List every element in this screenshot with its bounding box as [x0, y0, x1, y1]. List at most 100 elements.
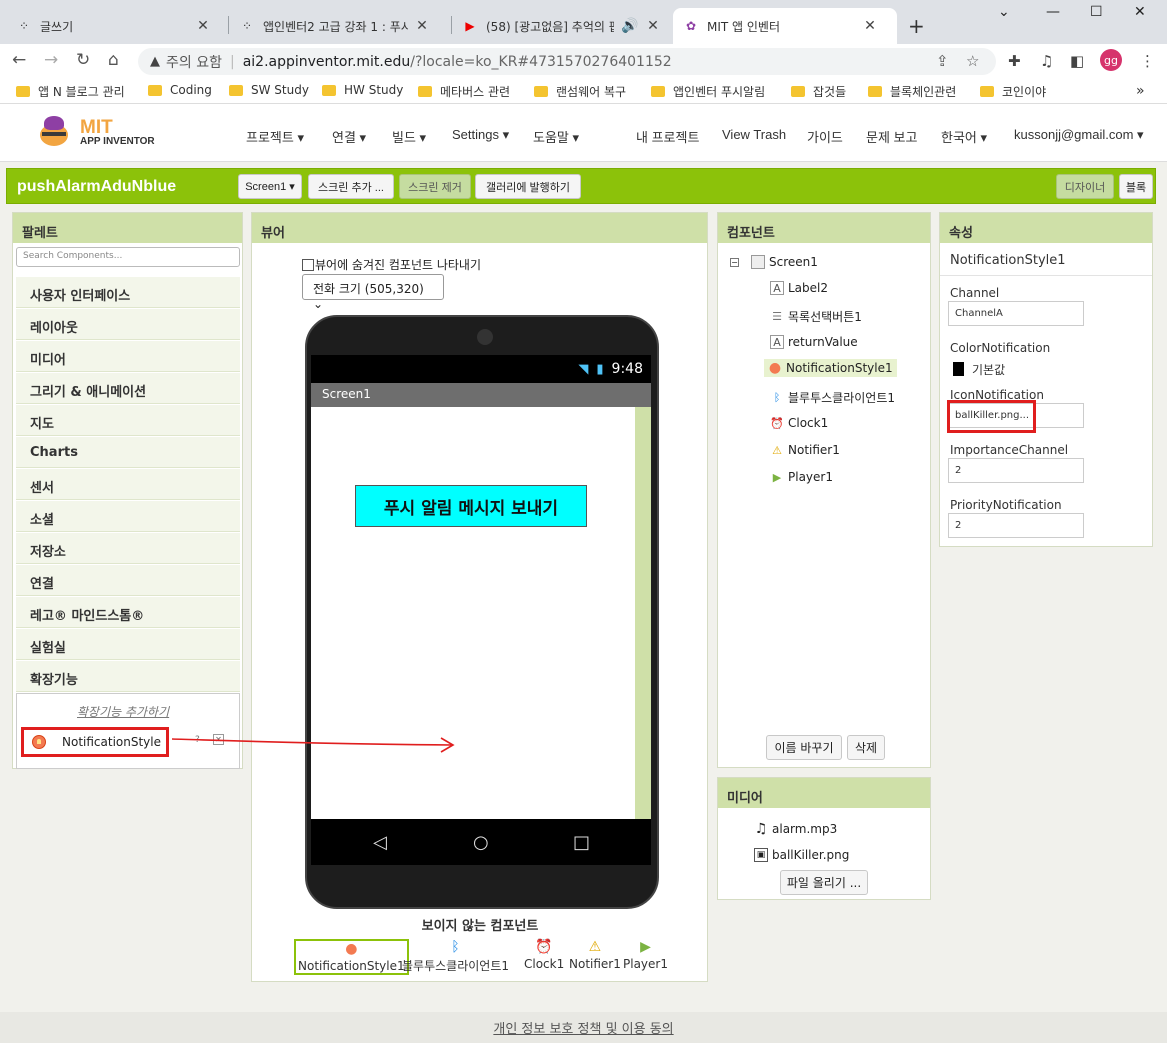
share-icon[interactable]: ⇪ — [936, 52, 949, 70]
close-icon[interactable]: ✕ — [863, 18, 877, 34]
tree-player1[interactable]: ▶ Player1 — [770, 470, 833, 484]
designer-button[interactable]: 디자이너 — [1056, 174, 1114, 199]
new-tab-icon[interactable]: + — [908, 14, 925, 38]
browser-tab-1[interactable]: ⁘ 글쓰기 ✕ — [6, 8, 220, 44]
chevron-down-icon[interactable]: ⌄ — [998, 4, 1010, 20]
publish-gallery-button[interactable]: 갤러리에 발행하기 — [475, 174, 581, 199]
palette-category[interactable]: 실험실 — [16, 629, 240, 660]
add-screen-button[interactable]: 스크린 추가 ... — [308, 174, 394, 199]
browser-tab-2[interactable]: ⁘ 앱인벤터2 고급 강좌 1 : 푸시 ✕ — [229, 8, 439, 44]
screen-select[interactable]: Screen1 ▾ — [238, 174, 302, 199]
delete-button[interactable]: 삭제 — [847, 735, 885, 760]
invisible-player1[interactable]: ▶ Player1 — [623, 939, 668, 971]
palette-category[interactable]: 사용자 인터페이스 — [16, 277, 240, 308]
tree-notifier1[interactable]: ⚠ Notifier1 — [770, 443, 840, 457]
palette-category[interactable]: 센서 — [16, 469, 240, 500]
bookmark-folder[interactable]: 앱인벤터 푸시알림 — [651, 83, 765, 100]
palette-category[interactable]: 레고® 마인드스톰® — [16, 597, 240, 628]
bookmark-folder[interactable]: SW Study — [229, 83, 309, 97]
reload-icon[interactable]: ↻ — [76, 50, 90, 70]
bookmark-folder[interactable]: 랜섬웨어 복구 — [534, 83, 626, 100]
upload-file-button[interactable]: 파일 올리기 ... — [780, 870, 868, 895]
more-menu-icon[interactable]: ⋮ — [1140, 52, 1155, 70]
palette-category[interactable]: 소셜 — [16, 501, 240, 532]
tree-returnvalue[interactable]: AreturnValue — [770, 335, 858, 349]
blocks-button[interactable]: 블록 — [1119, 174, 1153, 199]
collapse-icon[interactable]: − — [730, 257, 739, 267]
show-hidden-checkbox[interactable]: 뷰어에 숨겨진 컴포넌트 나타내기 — [302, 256, 481, 273]
profile-avatar[interactable]: gg — [1100, 49, 1122, 71]
back-icon[interactable]: ← — [12, 50, 26, 70]
bookmark-folder[interactable]: 블록체인관련 — [868, 83, 956, 100]
bookmark-folder[interactable]: 메타버스 관련 — [418, 83, 510, 100]
palette-category[interactable]: 미디어 — [16, 341, 240, 372]
browser-tab-3[interactable]: ▶ (58) [광고없음] 추억의 팝 🔊 ✕ — [452, 8, 670, 44]
color-swatch[interactable] — [953, 362, 964, 376]
delete-extension-icon[interactable]: ✕ — [213, 734, 224, 745]
component-search-input[interactable]: Search Components... — [16, 247, 240, 267]
bookmark-star-icon[interactable]: ☆ — [966, 52, 979, 70]
menu-help[interactable]: 도움말 ▾ — [533, 127, 579, 146]
color-notification-value[interactable]: 기본값 — [972, 361, 1005, 378]
menu-build[interactable]: 빌드 ▾ — [392, 127, 426, 146]
tree-clock1[interactable]: ⏰ Clock1 — [770, 416, 828, 430]
screen-scrollbar[interactable] — [635, 407, 651, 819]
app-inventor-logo[interactable]: MIT APP INVENTOR — [36, 114, 155, 150]
phone-size-select[interactable]: 전화 크기 (505,320) ⌄ — [302, 274, 444, 311]
extension-notificationstyle[interactable]: NotificationStyle — [21, 727, 169, 757]
bookmark-folder[interactable]: 잡것들 — [791, 83, 846, 100]
forward-icon[interactable]: → — [44, 50, 58, 70]
priority-notification-input[interactable]: 2 — [948, 513, 1084, 538]
invisible-bluetooth-client[interactable]: ᛒ 블루투스클라이언트1 — [402, 939, 509, 974]
audio-icon[interactable]: 🔊 — [620, 18, 640, 34]
home-icon[interactable]: ⌂ — [108, 50, 119, 70]
media-control-icon[interactable]: ♫ — [1040, 52, 1053, 70]
tree-listpicker1[interactable]: ☰ 목록선택버튼1 — [770, 308, 862, 325]
invisible-clock1[interactable]: ⏰ Clock1 — [524, 939, 564, 971]
menu-account[interactable]: kussonjj@gmail.com ▾ — [1014, 127, 1144, 143]
media-ballkiller-png[interactable]: ▣ ballKiller.png — [754, 848, 849, 862]
menu-project[interactable]: 프로젝트 ▾ — [246, 127, 304, 146]
bookmark-folder[interactable]: 코인이야 — [980, 83, 1046, 100]
checkbox-icon[interactable] — [302, 258, 314, 271]
palette-category[interactable]: 그리기 & 애니메이션 — [16, 373, 240, 404]
media-alarm-mp3[interactable]: ♫ alarm.mp3 — [754, 821, 838, 837]
menu-view-trash[interactable]: View Trash — [722, 127, 786, 142]
browser-tab-active[interactable]: ✿ MIT 앱 인벤터 ✕ — [673, 8, 897, 44]
rename-button[interactable]: 이름 바꾸기 — [766, 735, 842, 760]
bookmark-folder[interactable]: 앱 N 블로그 관리 — [16, 83, 125, 100]
menu-my-projects[interactable]: 내 프로젝트 — [636, 127, 699, 146]
side-panel-icon[interactable]: ◧ — [1070, 52, 1084, 70]
close-icon[interactable]: ✕ — [646, 18, 660, 34]
help-icon[interactable]: ? — [195, 735, 200, 745]
bookmark-folder[interactable]: HW Study — [322, 83, 403, 97]
tree-bluetooth-client1[interactable]: ᛒ 블루투스클라이언트1 — [770, 389, 895, 406]
more-bookmarks-icon[interactable]: » — [1136, 83, 1145, 99]
menu-language[interactable]: 한국어 ▾ — [941, 127, 987, 146]
url-field[interactable]: ▲ 주의 요함 | ai2.appinventor.mit.edu/?local… — [138, 48, 996, 75]
palette-category[interactable]: Charts — [16, 437, 240, 468]
palette-category[interactable]: 저장소 — [16, 533, 240, 564]
close-icon[interactable]: ✕ — [415, 18, 429, 34]
importance-channel-input[interactable]: 2 — [948, 458, 1084, 483]
menu-settings[interactable]: Settings ▾ — [452, 127, 509, 143]
bookmark-folder[interactable]: Coding — [148, 83, 212, 97]
remove-screen-button[interactable]: 스크린 제거 — [399, 174, 471, 199]
extensions-icon[interactable]: ✚ — [1008, 52, 1021, 70]
close-icon[interactable]: ✕ — [196, 18, 210, 34]
privacy-policy-link[interactable]: 개인 정보 보호 정책 및 이용 동의 — [0, 1012, 1167, 1043]
palette-category[interactable]: 지도 — [16, 405, 240, 436]
phone-screen[interactable]: 푸시 알림 메시지 보내기 — [311, 407, 651, 819]
menu-guide[interactable]: 가이드 — [807, 127, 843, 146]
tree-label2[interactable]: A Label2 — [770, 281, 828, 295]
palette-category-extension[interactable]: 확장기능 — [16, 661, 240, 692]
menu-report-issue[interactable]: 문제 보고 — [866, 127, 917, 146]
invisible-notifier1[interactable]: ⚠ Notifier1 — [569, 939, 621, 971]
palette-category[interactable]: 연결 — [16, 565, 240, 596]
menu-connect[interactable]: 연결 ▾ — [332, 127, 366, 146]
channel-input[interactable]: ChannelA — [948, 301, 1084, 326]
tree-screen1[interactable]: − Screen1 — [730, 255, 818, 269]
tree-notificationstyle1[interactable]: ● NotificationStyle1 — [764, 359, 897, 377]
palette-category[interactable]: 레이아웃 — [16, 309, 240, 340]
push-notification-button[interactable]: 푸시 알림 메시지 보내기 — [355, 485, 587, 527]
